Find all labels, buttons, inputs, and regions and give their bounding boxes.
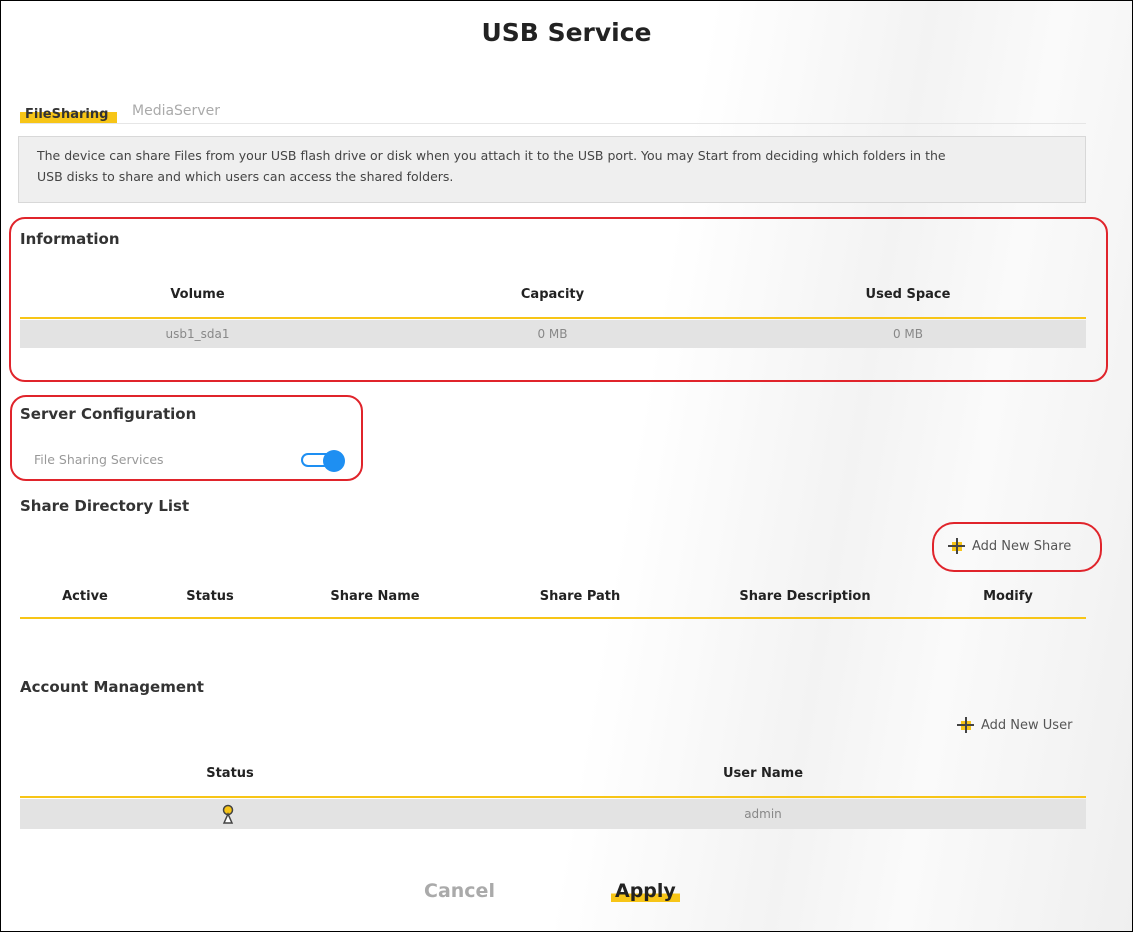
column-header-capacity: Capacity: [520, 287, 585, 302]
add-new-share-button[interactable]: Add New Share: [948, 537, 1071, 555]
add-new-share-label: Add New Share: [972, 538, 1072, 554]
file-sharing-label: File Sharing Services: [34, 452, 164, 467]
file-sharing-toggle[interactable]: [301, 450, 347, 472]
account-management-title: Account Management: [20, 678, 204, 696]
description-line-2: USB disks to share and which users can a…: [37, 169, 454, 184]
column-header-status: Status: [206, 766, 254, 781]
column-header-active: Active: [62, 589, 108, 604]
description-line-1: The device can share Files from your USB…: [37, 148, 946, 163]
tab-divider: [20, 123, 1086, 124]
page-title: USB Service: [481, 18, 652, 47]
account-header-rule: [20, 796, 1086, 798]
used-space-cell: 0 MB: [892, 327, 924, 341]
information-title: Information: [20, 230, 120, 248]
plus-icon: [957, 716, 975, 734]
cancel-button[interactable]: Cancel: [420, 880, 499, 902]
add-new-user-label: Add New User: [981, 717, 1073, 733]
column-header-used-space: Used Space: [865, 287, 951, 302]
tab-filesharing[interactable]: FileSharing: [20, 104, 118, 124]
user-name-cell: admin: [744, 807, 782, 821]
column-header-share-path: Share Path: [539, 589, 621, 604]
share-directory-header-rule: [20, 617, 1086, 619]
column-header-volume: Volume: [170, 287, 225, 302]
column-header-user-name: User Name: [722, 766, 804, 781]
description-box: The device can share Files from your USB…: [18, 136, 1086, 203]
column-header-share-name: Share Name: [330, 589, 420, 604]
user-status-icon: [221, 804, 235, 824]
capacity-cell: 0 MB: [537, 327, 568, 341]
toggle-knob: [323, 450, 345, 472]
column-header-modify: Modify: [983, 589, 1033, 604]
column-header-status: Status: [186, 589, 234, 604]
volume-cell: usb1_sda1: [165, 327, 230, 341]
apply-button[interactable]: Apply: [611, 880, 680, 902]
share-directory-title: Share Directory List: [20, 497, 190, 515]
add-new-user-button[interactable]: Add New User: [957, 716, 1072, 734]
tab-mediaserver[interactable]: MediaServer: [128, 101, 228, 124]
server-config-title: Server Configuration: [20, 405, 197, 423]
plus-icon: [948, 537, 966, 555]
column-header-share-description: Share Description: [739, 589, 871, 604]
information-header-rule: [20, 317, 1086, 319]
